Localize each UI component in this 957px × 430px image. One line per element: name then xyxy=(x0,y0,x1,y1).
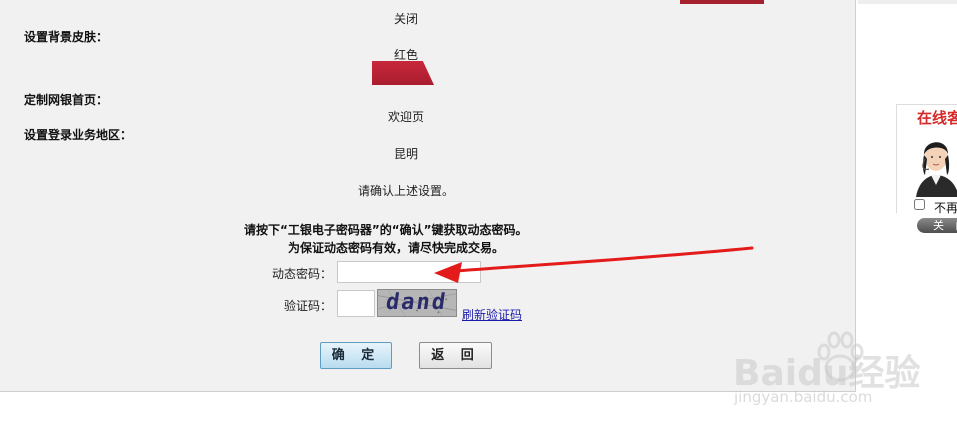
no-more-checkbox[interactable] xyxy=(914,199,925,210)
dynamic-password-input[interactable] xyxy=(337,261,481,283)
no-more-label: 不再 xyxy=(934,201,957,215)
captcha-text: dand xyxy=(384,290,449,315)
top-red-tab xyxy=(680,0,764,4)
back-button[interactable]: 返 回 xyxy=(419,342,492,369)
skin-label: 设置背景皮肤： xyxy=(24,30,109,44)
skin-off-value: 关闭 xyxy=(394,12,419,26)
instruction-line-2: 为保证动态密码有效，请尽快完成交易。 xyxy=(288,241,505,255)
top-gray-strip xyxy=(858,0,957,4)
captcha-image[interactable]: dand xyxy=(377,289,457,317)
home-label: 定制网银首页： xyxy=(24,93,109,107)
confirm-prompt: 请确认上述设置。 xyxy=(358,184,455,198)
captcha-label: 验证码： xyxy=(284,299,333,313)
service-title: 在线客 xyxy=(917,109,957,127)
dynamic-password-label: 动态密码： xyxy=(272,267,333,281)
agent-avatar-icon xyxy=(911,127,957,199)
skin-value: 红色 xyxy=(394,48,419,62)
page: 关闭 设置背景皮肤： 红色 定制网银首页： 欢迎页 设置登录业务地区： 昆明 请… xyxy=(0,0,957,430)
home-value: 欢迎页 xyxy=(388,110,425,124)
region-value: 昆明 xyxy=(394,147,419,161)
confirm-button[interactable]: 确 定 xyxy=(320,342,392,369)
instruction-line-1: 请按下“工银电子密码器”的“确认”键获取动态密码。 xyxy=(244,223,528,237)
online-service-widget: 在线客 xyxy=(896,104,957,213)
captcha-input[interactable] xyxy=(337,290,375,317)
service-close-button[interactable]: 关 闭 xyxy=(917,218,957,233)
region-label: 设置登录业务地区： xyxy=(24,128,133,142)
refresh-captcha-link[interactable]: 刷新验证码 xyxy=(462,306,522,323)
